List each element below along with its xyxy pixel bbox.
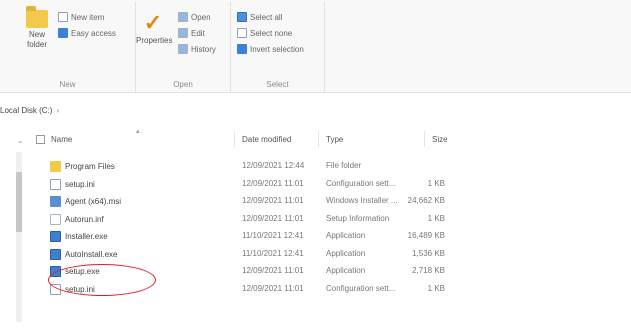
file-type: Setup Information (326, 213, 390, 223)
column-divider[interactable] (424, 131, 425, 147)
open-icon (178, 12, 188, 22)
installer-icon (50, 196, 61, 207)
app-icon (50, 248, 61, 260)
file-row-autorun-inf[interactable]: Autorun.inf 12/09/2021 11:01 Setup Infor… (50, 211, 470, 229)
easy-access-button[interactable]: Easy access (58, 28, 116, 38)
file-row-autoinstall-exe[interactable]: AutoInstall.exe 11/10/2021 12:41 Applica… (50, 246, 470, 264)
new-item-button[interactable]: New item (58, 12, 104, 22)
file-name: Agent (x64).msi (65, 197, 122, 206)
file-size: 1,536 KB (412, 248, 445, 258)
file-type: Configuration sett... (326, 283, 396, 293)
ribbon-group-select: Select all Select none Invert selection … (231, 2, 325, 92)
file-size: 1 KB (427, 283, 445, 293)
easy-access-icon (58, 28, 68, 38)
column-divider[interactable] (318, 131, 319, 147)
new-folder-button[interactable]: New folder (22, 6, 52, 50)
config-file-icon (50, 283, 61, 295)
file-list: Program Files 12/09/2021 12:44 File fold… (50, 158, 470, 298)
checkmark-icon: ✓ (143, 10, 163, 35)
select-none-button[interactable]: Select none (237, 28, 292, 38)
file-type: Application (326, 248, 366, 258)
file-date: 12/09/2021 11:01 (242, 196, 304, 205)
collapse-arrow-icon[interactable]: ⌃ (17, 140, 24, 149)
history-button[interactable]: History (178, 44, 216, 54)
column-type[interactable]: Type (326, 135, 343, 144)
address-path[interactable]: Local Disk (C:) (0, 106, 52, 115)
select-all-button[interactable]: Select all (237, 12, 282, 22)
file-date: 12/09/2021 11:01 (242, 178, 304, 188)
invert-selection-button[interactable]: Invert selection (237, 44, 304, 54)
address-bar[interactable]: Local Disk (C:) › (0, 103, 59, 117)
new-group-label: New (59, 80, 76, 89)
ribbon: New folder New item Easy access New ✓ Pr… (0, 0, 631, 93)
file-type: Application (326, 231, 366, 240)
select-all-icon (237, 12, 247, 22)
navigation-pane: ⌃ (0, 122, 40, 335)
folder-icon (26, 6, 48, 28)
breadcrumb-chevron-icon[interactable]: › (56, 106, 59, 115)
edit-icon (178, 28, 188, 38)
column-name[interactable]: Name (36, 135, 72, 144)
file-row-program-files[interactable]: Program Files 12/09/2021 12:44 File fold… (50, 158, 470, 176)
scrollbar-thumb[interactable] (16, 172, 22, 232)
config-file-icon (50, 178, 61, 190)
file-row-setup-exe[interactable]: setup.exe 12/09/2021 11:01 Application 2… (50, 263, 470, 281)
file-date: 12/09/2021 11:01 (242, 266, 304, 275)
folder-icon (50, 161, 61, 172)
file-date: 11/10/2021 12:41 (242, 248, 304, 258)
file-name: AutoInstall.exe (65, 249, 118, 259)
file-type: File folder (326, 161, 362, 170)
file-row-setup-ini[interactable]: setup.ini 12/09/2021 11:01 Configuration… (50, 176, 470, 194)
file-name: setup.ini (65, 179, 95, 189)
file-date: 12/09/2021 11:01 (242, 283, 304, 293)
file-size: 2,718 KB (412, 266, 445, 275)
open-button[interactable]: Open (178, 12, 211, 22)
file-name: Autorun.inf (65, 214, 104, 224)
file-size: 24,662 KB (407, 196, 445, 205)
file-row-agent-msi[interactable]: Agent (x64).msi 12/09/2021 11:01 Windows… (50, 193, 470, 211)
column-divider[interactable] (234, 131, 235, 147)
file-size: 1 KB (427, 213, 445, 223)
file-size: 16,489 KB (407, 231, 445, 240)
column-date-modified[interactable]: Date modified (242, 135, 291, 144)
properties-button[interactable]: ✓ Properties (136, 10, 172, 46)
select-all-checkbox[interactable] (36, 135, 45, 144)
select-none-icon (237, 28, 247, 38)
file-date: 11/10/2021 12:41 (242, 231, 304, 240)
new-item-icon (58, 12, 68, 22)
file-name: setup.ini (65, 284, 95, 294)
select-group-label: Select (266, 80, 289, 89)
script-file-icon (50, 213, 61, 225)
invert-selection-icon (237, 44, 247, 54)
file-row-installer-exe[interactable]: Installer.exe 11/10/2021 12:41 Applicati… (50, 228, 470, 246)
history-icon (178, 44, 188, 54)
sort-ascending-icon: ▴ (136, 128, 140, 135)
file-type: Windows Installer ... (326, 196, 398, 205)
ribbon-group-open: ✓ Properties Open Edit History Open (136, 2, 231, 92)
column-size[interactable]: Size (432, 135, 448, 144)
file-name: Installer.exe (65, 232, 108, 241)
file-date: 12/09/2021 11:01 (242, 213, 304, 223)
app-icon (50, 231, 61, 242)
file-date: 12/09/2021 12:44 (242, 161, 305, 170)
file-name: setup.exe (65, 267, 100, 276)
column-header: Name ▴ Date modified Type Size (36, 128, 516, 151)
file-size: 1 KB (427, 178, 445, 188)
ribbon-group-new: New folder New item Easy access New (0, 2, 136, 92)
edit-button[interactable]: Edit (178, 28, 205, 38)
file-type: Configuration sett... (326, 178, 396, 188)
file-type: Application (326, 266, 366, 275)
file-name: Program Files (65, 162, 115, 171)
open-group-label: Open (173, 80, 193, 89)
app-icon (50, 266, 61, 277)
file-row-setup-ini-2[interactable]: setup.ini 12/09/2021 11:01 Configuration… (50, 281, 470, 299)
